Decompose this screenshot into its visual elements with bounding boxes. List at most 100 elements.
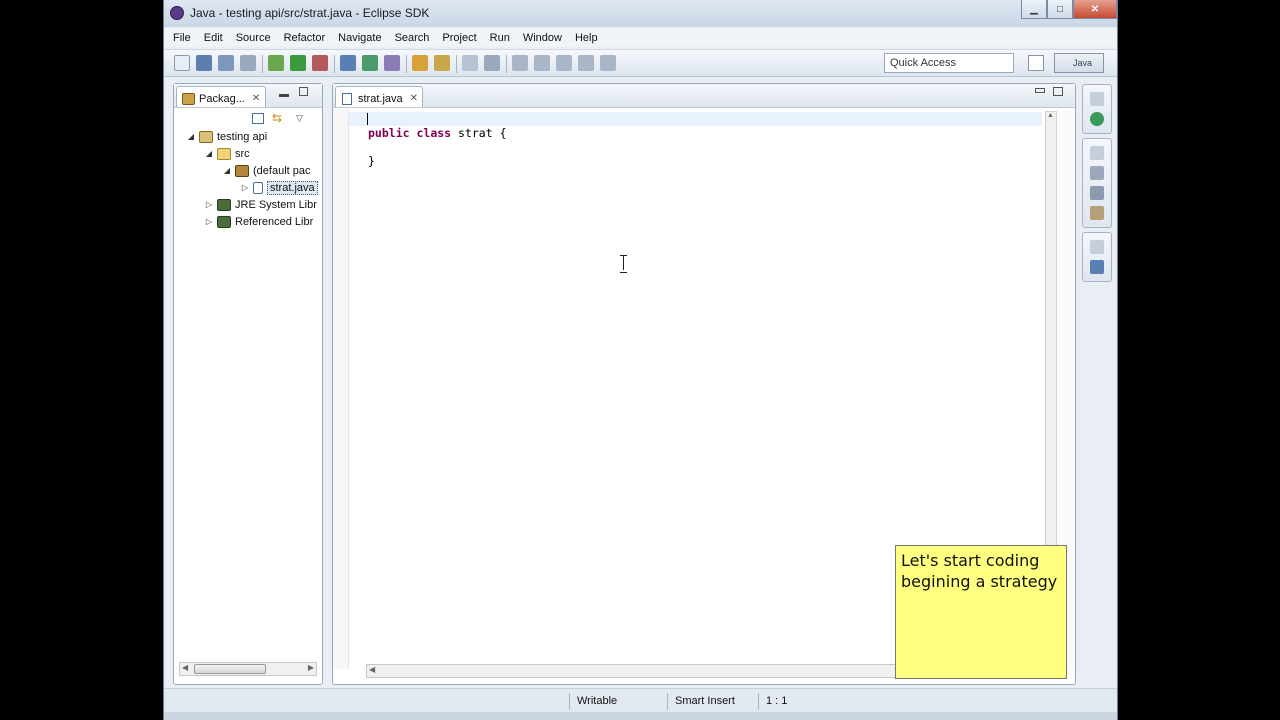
- new-java-project-icon[interactable]: [340, 55, 356, 71]
- menu-run[interactable]: Run: [490, 32, 510, 44]
- tree-item-referenced-libraries[interactable]: ▷ Referenced Libr: [174, 213, 322, 230]
- package-explorer-hscrollbar[interactable]: ◀ ▶: [179, 662, 317, 676]
- tree-item-src[interactable]: ◢ src: [174, 145, 322, 162]
- minimize-button[interactable]: ▁: [1021, 0, 1047, 19]
- editor-tab-strat-java[interactable]: strat.java ✕: [335, 86, 423, 107]
- pin-editor-icon[interactable]: [600, 55, 616, 71]
- scroll-up-icon[interactable]: ▲: [1047, 112, 1054, 119]
- link-with-editor-icon[interactable]: ⇆: [272, 112, 286, 124]
- restore-icon[interactable]: [1090, 146, 1104, 160]
- maximize-editor-icon[interactable]: [1053, 87, 1063, 96]
- close-icon[interactable]: ✕: [410, 93, 418, 104]
- close-button[interactable]: ✕: [1073, 0, 1117, 19]
- search-icon[interactable]: [434, 55, 450, 71]
- editor-tabbar: strat.java ✕: [333, 84, 1075, 108]
- previous-annotation-icon[interactable]: [534, 55, 550, 71]
- package-icon: [235, 164, 249, 177]
- expand-twisty-icon[interactable]: ▷: [204, 217, 214, 226]
- tree-item-project[interactable]: ◢ testing api: [174, 128, 322, 145]
- scroll-right-icon[interactable]: ▶: [308, 663, 314, 672]
- next-annotation-icon[interactable]: [512, 55, 528, 71]
- expand-twisty-icon[interactable]: ◢: [186, 132, 196, 141]
- keyword: class: [416, 126, 452, 140]
- restore-icon[interactable]: [1090, 240, 1104, 254]
- editor-ruler[interactable]: [333, 109, 349, 669]
- collapse-all-icon[interactable]: [252, 112, 264, 124]
- keyword: public: [368, 126, 410, 140]
- window-controls: ▁ □ ✕: [1021, 0, 1117, 19]
- minimize-editor-icon[interactable]: [1035, 88, 1045, 93]
- new-package-icon[interactable]: [362, 55, 378, 71]
- open-perspective-icon[interactable]: [1028, 55, 1044, 71]
- scroll-left-icon[interactable]: ◀: [369, 665, 375, 674]
- code-area[interactable]: public class strat { }: [368, 112, 507, 168]
- menu-file[interactable]: File: [173, 32, 191, 44]
- debug-icon[interactable]: [268, 55, 284, 71]
- external-tools-icon[interactable]: [312, 55, 328, 71]
- view-menu-icon[interactable]: ▽: [296, 113, 303, 124]
- menu-edit[interactable]: Edit: [204, 32, 223, 44]
- toggle-mark-icon[interactable]: [462, 55, 478, 71]
- tutorial-note: Let's start coding begining a strategy: [895, 545, 1067, 679]
- show-whitespace-icon[interactable]: [484, 55, 500, 71]
- menu-window[interactable]: Window: [523, 32, 562, 44]
- project-tree: ◢ testing api ◢ src ◢ (default pac ▷ str…: [174, 128, 322, 230]
- restore-icon[interactable]: [1090, 92, 1104, 106]
- menu-project[interactable]: Project: [442, 32, 476, 44]
- print-icon[interactable]: [240, 55, 256, 71]
- project-icon: [199, 130, 213, 143]
- expand-twisty-icon[interactable]: ◢: [204, 149, 214, 158]
- menu-source[interactable]: Source: [236, 32, 271, 44]
- outline-icon[interactable]: [1090, 260, 1104, 274]
- expand-twisty-icon[interactable]: ◢: [222, 166, 232, 175]
- tree-item-label: (default pac: [253, 164, 311, 177]
- forward-icon[interactable]: [578, 55, 594, 71]
- new-class-icon[interactable]: [384, 55, 400, 71]
- tree-item-label: strat.java: [267, 180, 318, 195]
- open-type-icon[interactable]: [412, 55, 428, 71]
- tree-item-jre-library[interactable]: ▷ JRE System Libr: [174, 196, 322, 213]
- close-icon[interactable]: ✕: [252, 93, 260, 104]
- scroll-left-icon[interactable]: ◀: [182, 663, 188, 672]
- task-list-icon[interactable]: [1090, 112, 1104, 126]
- declaration-icon[interactable]: [1090, 206, 1104, 220]
- trim-group-1: [1082, 84, 1112, 134]
- quick-access-input[interactable]: Quick Access: [884, 53, 1014, 73]
- tree-item-label: testing api: [217, 130, 268, 143]
- eclipse-logo-icon: [170, 6, 184, 20]
- mouse-ibeam-cursor: [619, 255, 627, 273]
- java-perspective-button[interactable]: Java: [1054, 53, 1104, 73]
- new-icon[interactable]: [174, 55, 190, 71]
- javadoc-icon[interactable]: [1090, 186, 1104, 200]
- toolbar-separator: [406, 55, 407, 73]
- package-explorer-tab-label: Packag...: [199, 92, 245, 105]
- problems-icon[interactable]: [1090, 166, 1104, 180]
- tree-item-default-package[interactable]: ◢ (default pac: [174, 162, 322, 179]
- package-explorer-tabbar: Packag... ✕ ▬: [174, 84, 322, 108]
- menu-search[interactable]: Search: [395, 32, 430, 44]
- expand-twisty-icon[interactable]: ▷: [204, 200, 214, 209]
- toolbar-separator: [456, 55, 457, 73]
- right-trim-toolbar: [1082, 84, 1112, 294]
- tree-item-label: JRE System Libr: [235, 198, 317, 211]
- menu-navigate[interactable]: Navigate: [338, 32, 381, 44]
- status-writable: Writable: [569, 693, 665, 710]
- minimize-view-icon[interactable]: ▬: [279, 89, 289, 100]
- code-line: }: [368, 154, 507, 168]
- title-bar: Java - testing api/src/strat.java - Ecli…: [164, 0, 1117, 27]
- scroll-thumb[interactable]: [194, 664, 266, 674]
- back-icon[interactable]: [556, 55, 572, 71]
- maximize-button[interactable]: □: [1047, 0, 1073, 19]
- package-explorer-toolbar: ⇆ ▽: [252, 112, 303, 124]
- menu-refactor[interactable]: Refactor: [284, 32, 326, 44]
- run-icon[interactable]: [290, 55, 306, 71]
- tree-item-strat-java[interactable]: ▷ strat.java: [174, 179, 322, 196]
- package-explorer-tab[interactable]: Packag... ✕: [176, 86, 266, 107]
- expand-twisty-icon[interactable]: ▷: [240, 183, 250, 192]
- maximize-view-icon[interactable]: [299, 87, 308, 96]
- save-all-icon[interactable]: [218, 55, 234, 71]
- menu-help[interactable]: Help: [575, 32, 598, 44]
- java-file-icon: [253, 181, 263, 194]
- save-icon[interactable]: [196, 55, 212, 71]
